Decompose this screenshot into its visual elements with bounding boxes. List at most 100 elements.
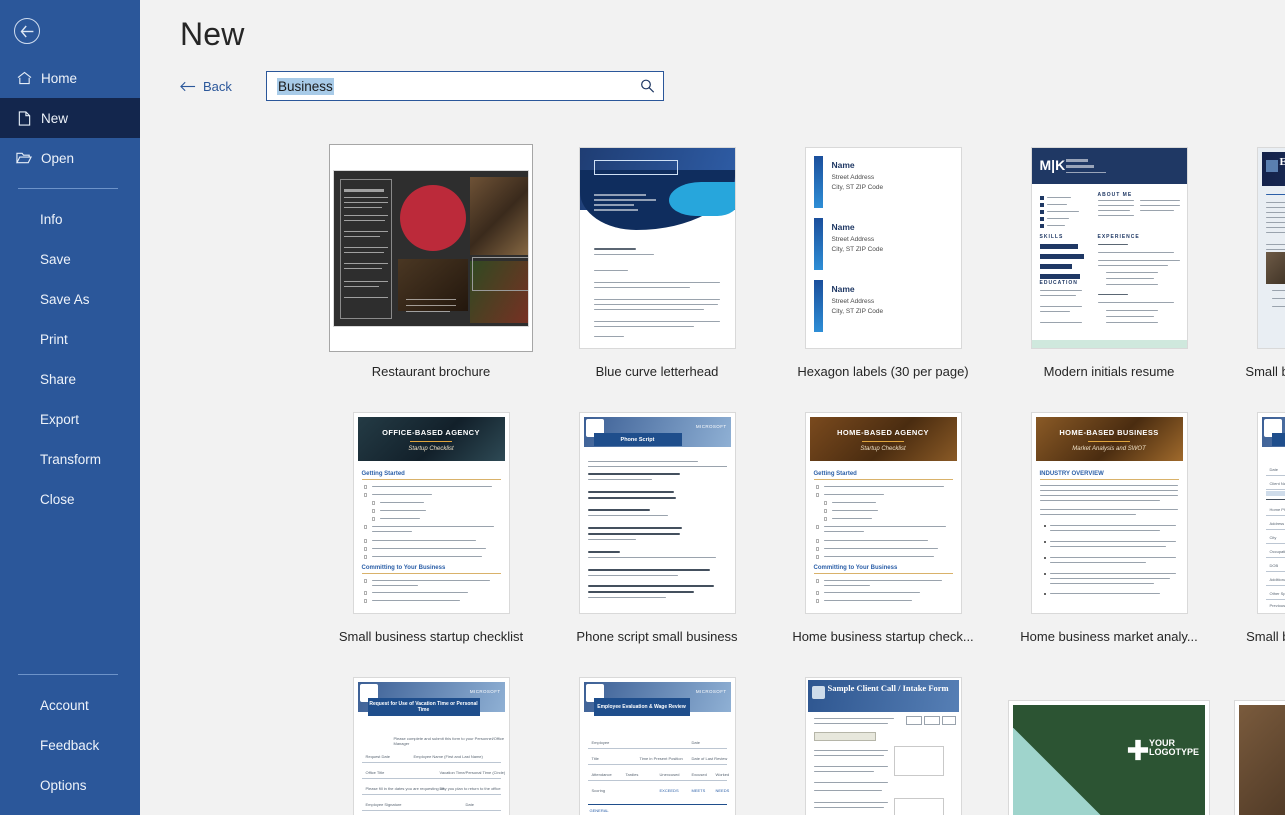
back-arrow-icon (180, 81, 196, 91)
template-thumbnail-frame (555, 144, 759, 352)
brand-label: MICROSOFT (695, 424, 727, 429)
sidebar-item-save[interactable]: Save (0, 239, 140, 279)
banner-subtitle: Startup Checklist (860, 446, 906, 452)
template-card-restaurant-brochure[interactable]: Restaurant brochure (318, 140, 544, 405)
banner-subtitle: Market Analysis and SWOT (1072, 446, 1146, 452)
section-heading: Getting Started (813, 471, 857, 477)
template-thumbnail-frame: MICROSOFT Phone Script (555, 409, 759, 617)
sidebar-item-new[interactable]: New (0, 98, 140, 138)
sidebar-item-home[interactable]: Home (0, 58, 140, 98)
template-card-sample-client-call-intake-form[interactable]: Sample Client Call / Intake Form (770, 670, 996, 815)
template-thumbnail: HOME-BASED BUSINESS Market Analysis and … (1031, 413, 1187, 613)
newsletter-title: Email Newsletter (1279, 156, 1285, 168)
label-name: Name (831, 222, 855, 232)
sidebar-item-label: Print (40, 331, 68, 347)
template-thumbnail-frame: Sample Client Call / Intake Form (781, 674, 985, 815)
search-input-value: Business (277, 77, 334, 95)
sidebar-item-open[interactable]: Open (0, 138, 140, 178)
template-caption: Blue curve letterhead (595, 364, 719, 379)
banner-title: OFFICE-BASED AGENCY (382, 428, 480, 437)
label-city: City, ST ZIP Code (831, 246, 884, 253)
label-city: City, ST ZIP Code (831, 308, 884, 315)
search-input[interactable]: Business (266, 71, 664, 101)
template-thumbnail-frame: Email Newsletter E-ma (1233, 144, 1285, 352)
sidebar-item-info[interactable]: Info (0, 199, 140, 239)
sidebar-item-label: Home (41, 70, 78, 86)
sidebar-item-options[interactable]: Options (0, 765, 140, 805)
template-caption: Small business email marketi... (1245, 364, 1285, 379)
template-thumbnail-frame: HOME-BASED AGENCY Startup Checklist Gett… (781, 409, 985, 617)
template-thumbnail: HOME BASED (1235, 700, 1285, 815)
template-thumbnail: MICROSOFT Phone Script (579, 413, 735, 613)
template-card-employee-evaluation-form[interactable]: MICROSOFT Employee Evaluation & Wage Rev… (544, 670, 770, 815)
back-arrow-circle-button[interactable] (14, 18, 40, 44)
template-card-small-business-startup-checklist[interactable]: OFFICE-BASED AGENCY Startup Checklist Ge… (318, 405, 544, 670)
sidebar-item-label: Options (40, 777, 87, 793)
template-caption: Modern initials resume (1043, 364, 1175, 379)
template-thumbnail: Email Newsletter E-ma (1257, 148, 1285, 348)
template-thumbnail: Name Street Address City, ST ZIP Code Na… (805, 148, 961, 348)
sidebar-item-close[interactable]: Close (0, 479, 140, 519)
banner-title: HOME-BASED AGENCY (837, 428, 929, 437)
template-thumbnail (579, 148, 735, 348)
template-card-home-business-market-analysis[interactable]: HOME-BASED BUSINESS Market Analysis and … (996, 405, 1222, 670)
folder-open-icon (16, 151, 32, 165)
sidebar-item-label: Feedback (40, 737, 100, 753)
sidebar-item-share[interactable]: Share (0, 359, 140, 399)
template-thumbnail-frame: OFFICE-BASED AGENCY Startup Checklist Ge… (329, 409, 533, 617)
sidebar-bottom-group: Account Feedback Options (0, 664, 140, 805)
template-card-home-business-startup-checklist[interactable]: HOME-BASED AGENCY Startup Checklist Gett… (770, 405, 996, 670)
template-card-small-business-client-intake-form[interactable]: MICROSOFT Client Intake Form Date Agent/… (1222, 405, 1285, 670)
sidebar-item-label: Account (40, 697, 89, 713)
sidebar-item-feedback[interactable]: Feedback (0, 725, 140, 765)
label-street: Street Address (831, 174, 875, 181)
back-arrow-icon (20, 25, 33, 37)
section-heading: Committing to Your Business (813, 565, 898, 571)
sidebar-item-transform[interactable]: Transform (0, 439, 140, 479)
template-thumbnail: MICROSOFT Request for Use of Vacation Ti… (353, 678, 509, 815)
banner-title: HOME-BASED BUSINESS (1059, 428, 1159, 437)
template-caption: Hexagon labels (30 per page) (797, 364, 969, 379)
sidebar-item-account[interactable]: Account (0, 685, 140, 725)
sidebar-item-print[interactable]: Print (0, 319, 140, 359)
template-thumbnail-frame (329, 144, 533, 352)
sidebar-item-label: Share (40, 371, 77, 387)
label-name: Name (831, 284, 855, 294)
template-card-green-logotype[interactable]: YOUR LOGOTYPE (996, 670, 1222, 815)
section-heading: INDUSTRY OVERVIEW (1039, 471, 1104, 477)
logotype-text: YOUR LOGOTYPE (1148, 737, 1199, 757)
template-card-small-business-email-marketing[interactable]: Email Newsletter E-ma (1222, 140, 1285, 405)
template-card-vacation-request-form[interactable]: MICROSOFT Request for Use of Vacation Ti… (318, 670, 544, 815)
search-icon[interactable] (640, 79, 655, 94)
template-thumbnail: HOME-BASED AGENCY Startup Checklist Gett… (805, 413, 961, 613)
banner-subtitle: Startup Checklist (408, 446, 454, 452)
sidebar-divider-top (18, 188, 118, 189)
template-thumbnail: M|K SKILLS EDUCATION ABOUT ME EXPERIENCE (1031, 148, 1187, 348)
template-card-home-based[interactable]: HOME BASED (1222, 670, 1285, 815)
back-link-label: Back (203, 78, 232, 94)
form-title: Sample Client Call / Intake Form (827, 683, 949, 693)
brand-label: MICROSOFT (469, 689, 501, 694)
label-street: Street Address (831, 236, 875, 243)
form-tag: Request for Use of Vacation Time or Pers… (367, 698, 480, 716)
template-grid: Restaurant brochure Blue curve letterhea… (140, 140, 1285, 815)
template-thumbnail-frame: YOUR LOGOTYPE (1007, 674, 1211, 815)
template-card-blue-curve-letterhead[interactable]: Blue curve letterhead (544, 140, 770, 405)
new-document-icon (16, 110, 32, 126)
template-caption: Small business startup checklist (338, 629, 524, 644)
template-caption: Small business client intake f... (1246, 629, 1285, 644)
template-gallery[interactable]: Restaurant brochure Blue curve letterhea… (140, 128, 1285, 815)
label-city: City, ST ZIP Code (831, 184, 884, 191)
sidebar-item-export[interactable]: Export (0, 399, 140, 439)
template-thumbnail-frame: MICROSOFT Client Intake Form Date Agent/… (1233, 409, 1285, 617)
form-tag: Client Intake Form (1271, 433, 1285, 446)
sidebar-item-label: Close (40, 491, 75, 507)
sidebar-item-save-as[interactable]: Save As (0, 279, 140, 319)
template-card-phone-script-small-business[interactable]: MICROSOFT Phone Script Phone script smal… (544, 405, 770, 670)
form-tag: Phone Script (593, 433, 682, 446)
back-link[interactable]: Back (180, 79, 254, 94)
template-thumbnail: MICROSOFT Client Intake Form Date Agent/… (1257, 413, 1285, 613)
template-card-modern-initials-resume[interactable]: M|K SKILLS EDUCATION ABOUT ME EXPERIENCE (996, 140, 1222, 405)
sidebar-item-label: Export (40, 411, 80, 427)
template-card-hexagon-labels[interactable]: Name Street Address City, ST ZIP Code Na… (770, 140, 996, 405)
